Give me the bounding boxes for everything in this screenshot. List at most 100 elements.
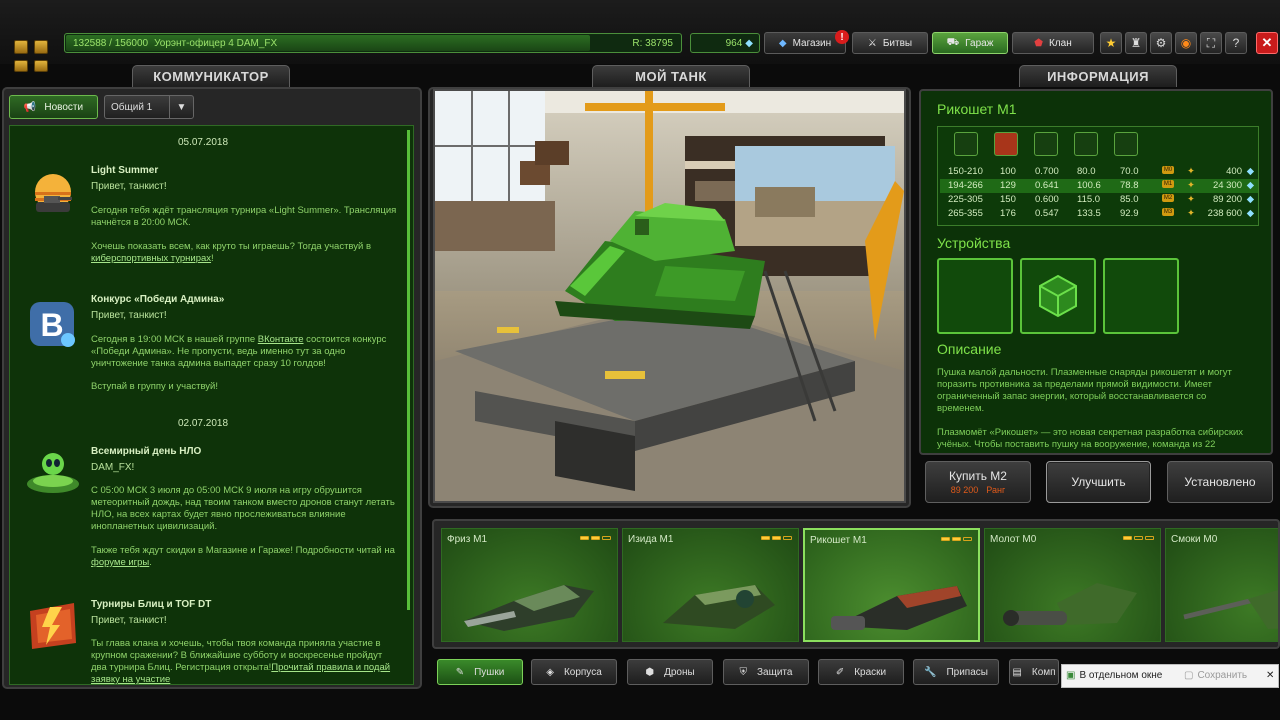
freeze-turret-icon [464,585,594,631]
my-tank-title: МОЙ ТАНК [592,65,750,87]
gear-icon[interactable]: ⚙ [1150,32,1172,54]
isida-turret-icon [663,585,775,629]
open-in-window-label: В отдельном окне [1079,670,1163,681]
device-slot[interactable] [1103,258,1179,334]
star-icon[interactable]: ★ [1100,32,1122,54]
rank-icon: ✦ [1187,166,1195,177]
item-card[interactable]: Смоки М0 [1165,528,1278,642]
smoky-turret-icon [1183,590,1278,629]
stats-row[interactable]: 225-305 150 0.600 115.0 85.0 M2 ✦ 89 200 ◆ [940,193,1258,207]
news-text: Сегодня тебя ждёт трансляция турнира «Li… [91,205,397,228]
menu-square-icon[interactable] [34,40,48,54]
upgrade-level-pips [941,537,972,541]
category-tab[interactable]: ⛨ Защита [723,659,809,685]
news-text: Вступай в группу и участвуй! [91,381,218,392]
battles-button[interactable]: ⚔ Битвы [852,32,928,54]
category-tab[interactable]: ⬢ Дроны [627,659,713,685]
item-card[interactable]: Изида М1 [622,528,799,642]
stat-value: 129 [1000,180,1016,191]
item-card[interactable]: Молот М0 [984,528,1161,642]
clan-button[interactable]: ⬟ Клан [1012,32,1094,54]
window-icon: ▣ [1066,670,1076,681]
category-label: Корпуса [563,666,602,678]
stats-table: 150-210 100 0.700 80.0 70.0 M0 ✦ 400 ◆ 194-266 129… [937,126,1259,226]
modification-tag: M3 [1162,208,1174,216]
news-greeting: Привет, танкист! [91,310,167,321]
stat-value: 85.0 [1120,194,1139,205]
category-tab[interactable]: ✐ Краски [818,659,904,685]
crystal-icon: ◆ [1246,180,1254,191]
buy-m2-button[interactable]: Купить М2 89 200 Ранг [925,461,1031,503]
forum-link[interactable]: форуме игры [91,557,149,568]
close-icon[interactable]: ✕ [1266,670,1274,681]
range-icon [1114,132,1138,156]
upgrade-button[interactable]: Улучшить [1046,461,1151,503]
garage-button[interactable]: ⛟ Гараж [932,32,1008,54]
stat-price: 24 300 [1212,180,1242,191]
drone-icon: ⬢ [645,666,655,678]
stat-value: 78.8 [1120,180,1139,191]
upgrade-level-pips [580,536,611,540]
stat-value: 265-355 [948,208,983,219]
menu-square-icon[interactable] [14,40,28,54]
news-text: Сегодня в 19:00 МСК в нашей группе ВКонт… [91,334,387,369]
crossed-swords-icon: ⚔ [867,37,877,49]
open-in-window-button[interactable]: ▣ В отдельном окне [1066,670,1162,681]
stat-value: 0.600 [1035,194,1059,205]
item-name: Изида М1 [628,534,674,545]
channel-select[interactable]: Общий 1 ▼ [104,95,194,119]
item-card-selected[interactable]: Рикошет М1 [803,528,980,642]
achievements-icon[interactable]: ♜ [1125,32,1147,54]
vk-link[interactable]: ВКонтакте [258,334,304,345]
device-slot[interactable] [937,258,1013,334]
news-text: Хочешь показать всем, как круто ты играе… [91,241,372,264]
fullscreen-icon[interactable]: ⛶ [1200,32,1222,54]
installed-button[interactable]: Установлено [1167,461,1273,503]
scrollbar[interactable] [407,130,410,610]
close-button[interactable]: ✕ [1256,32,1278,54]
stats-row[interactable]: 194-266 129 0.641 100.6 78.8 M1 ✦ 24 300 ◆ [940,179,1258,193]
news-title: Light Summer [91,165,159,176]
channel-value: Общий 1 [111,101,153,113]
menu-square-icon[interactable] [14,60,28,72]
shop-button[interactable]: ◆ Магазин [764,32,846,54]
experience-value: 132588 / 156000 [73,37,149,49]
item-carousel: Фриз М1 Изида М1 Рикошет М1 Молот М0 Смо… [432,519,1280,649]
device-slot[interactable] [1020,258,1096,334]
menu-square-icon[interactable] [34,60,48,72]
sound-icon[interactable]: ◉ [1175,32,1197,54]
save-button[interactable]: ▢ Сохранить [1184,670,1247,681]
help-icon[interactable]: ? [1225,32,1247,54]
news-greeting: Привет, танкист! [91,615,167,626]
device-cube-icon [1039,274,1077,318]
category-tab[interactable]: ✎ Пушки [437,659,523,685]
rank-icon: ✦ [1187,194,1195,205]
category-tab[interactable]: ◈ Корпуса [531,659,617,685]
damage-icon [954,132,978,156]
wrench-icon: 🔧 [924,666,937,678]
news-text: С 05:00 МСК 3 июля до 05:00 МСК 9 июля н… [91,485,395,532]
save-label: Сохранить [1197,670,1248,681]
ammo-icon [1034,132,1058,156]
news-tab[interactable]: 📢 Новости [9,95,98,119]
stats-row[interactable]: 150-210 100 0.700 80.0 70.0 M0 ✦ 400 ◆ [940,165,1258,179]
stat-value: 0.700 [1035,166,1059,177]
crystal-icon: ◆ [745,37,753,49]
hull-icon: ◈ [546,666,554,678]
stats-row[interactable]: 265-355 176 0.547 133.5 92.9 M3 ✦ 238 600 ◆ [940,207,1258,221]
upgrade-level-pips [761,536,792,540]
category-tab[interactable]: 🔧 Припасы [913,659,999,685]
item-card[interactable]: Фриз М1 [441,528,618,642]
category-label: Комп [1031,666,1056,678]
esports-link[interactable]: киберспортивных турнирах [91,253,211,264]
brush-icon: ✐ [835,666,845,678]
news-feed[interactable]: 05.07.2018 Light Summer Привет, танкист!… [9,125,414,685]
experience-bar: 132588 / 156000 Уорэнт-офицер 4 DAM_FX R… [64,33,682,53]
description-title: Описание [937,341,1002,357]
garage-scene[interactable] [433,89,906,503]
stat-value: 92.9 [1120,208,1139,219]
required-rank: Ранг [986,485,1006,495]
stat-value: 70.0 [1120,166,1139,177]
category-tab[interactable]: ▤ Комп [1009,659,1059,685]
crystals-counter: 964 ◆ [690,33,760,53]
